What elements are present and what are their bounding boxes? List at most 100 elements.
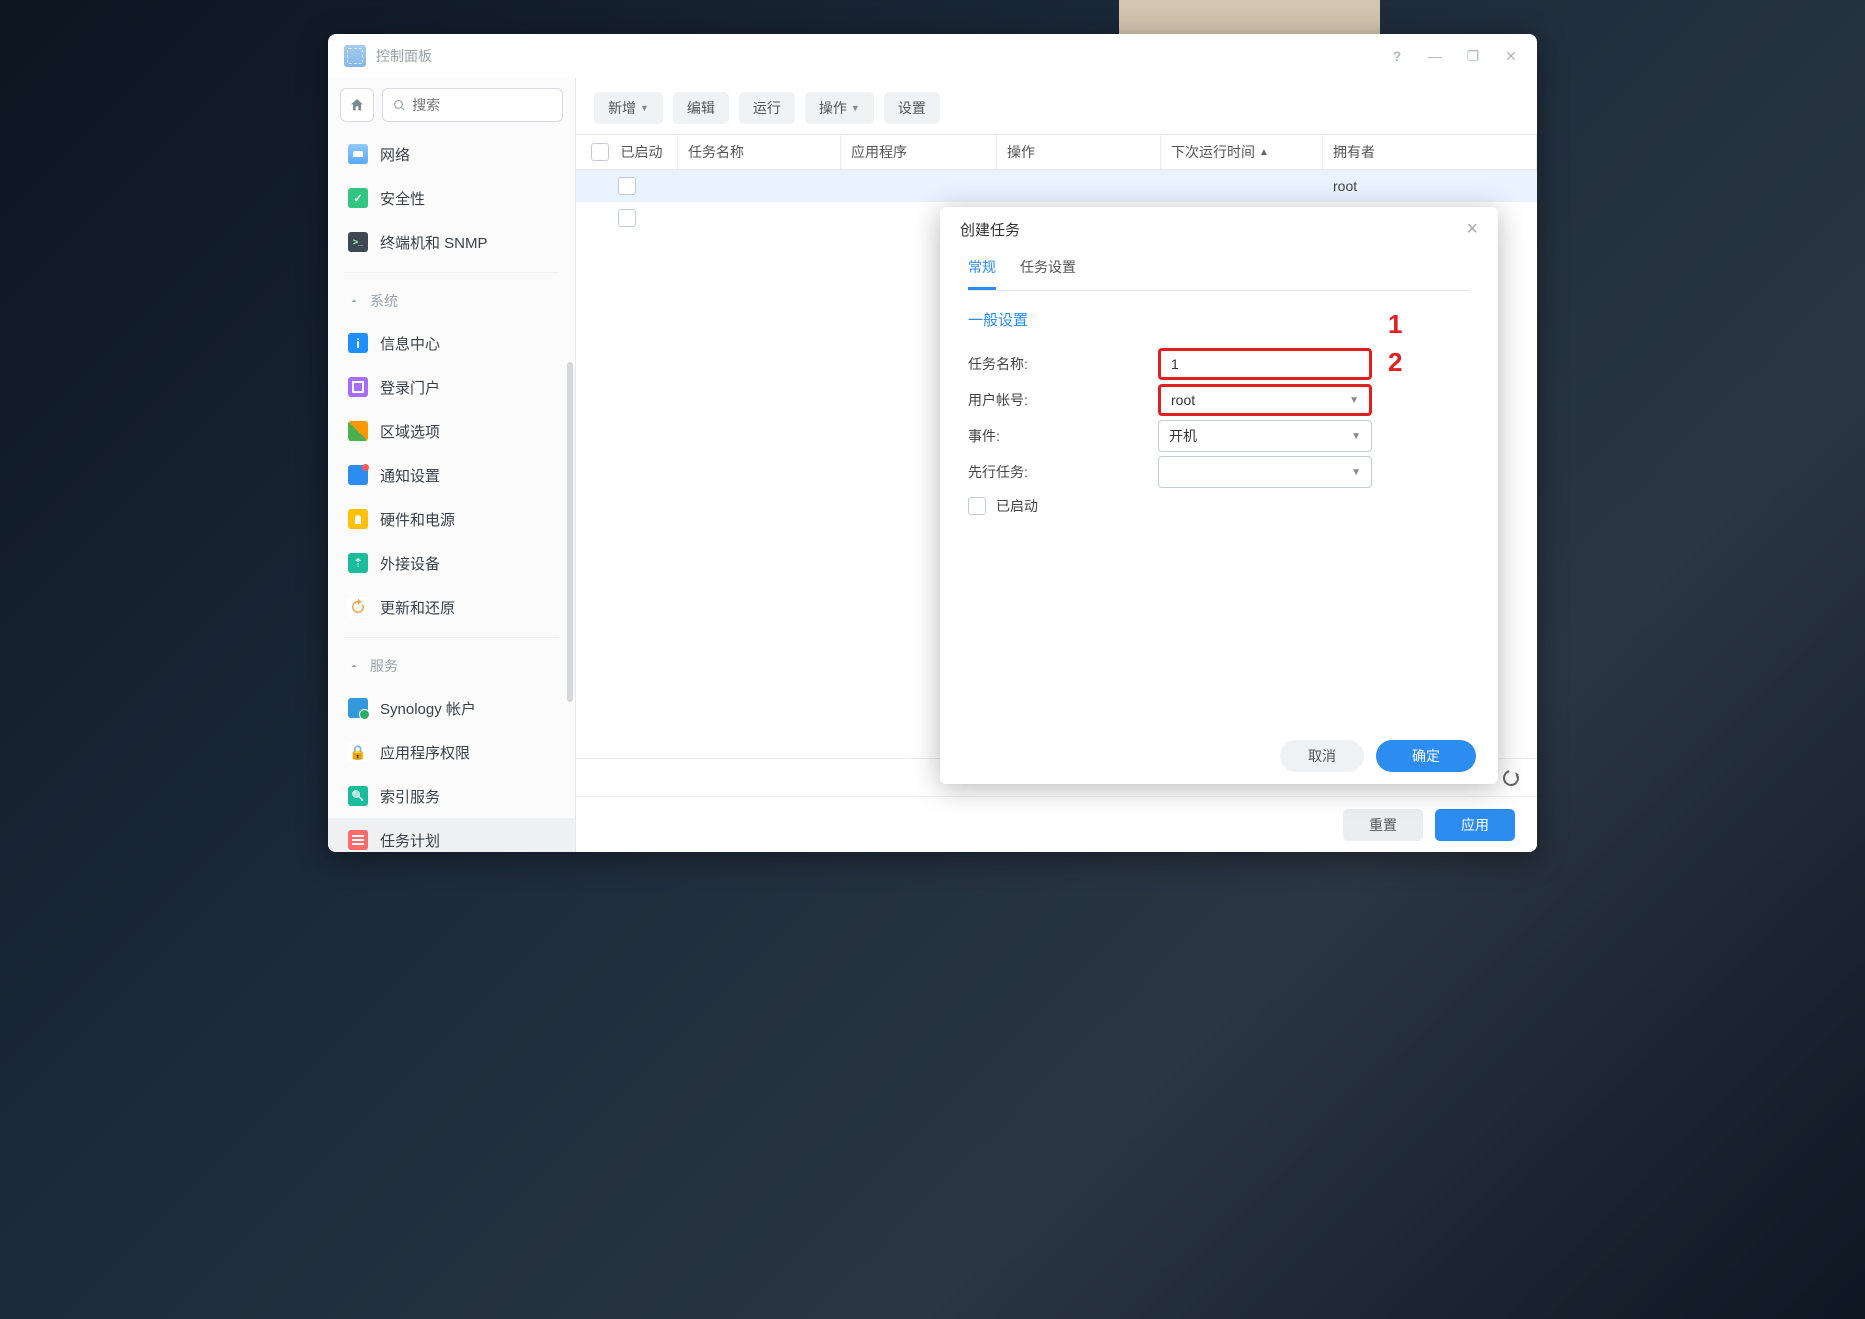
sidebar-item-label: 区域选项 [380,421,440,442]
header-checkbox[interactable] [591,143,609,161]
label-task-name: 任务名称: [968,354,1158,374]
sidebar-item-label: 终端机和 SNMP [380,232,488,253]
caret-down-icon: ▼ [1351,431,1361,442]
sidebar-group-services[interactable]: 服务 [328,646,575,686]
close-button[interactable]: ✕ [1501,48,1521,65]
sidebar-item-label: 外接设备 [380,553,440,574]
search-icon [393,98,406,113]
col-owner[interactable]: 拥有者 [1323,135,1537,169]
titlebar: 控制面板 ? — ❐ ✕ [328,34,1537,78]
sidebar-item-label: 索引服务 [380,786,440,807]
enabled-checkbox[interactable] [968,497,986,515]
help-icon[interactable]: ? [1387,48,1407,64]
create-task-dialog: 创建任务 × 常规 任务设置 一般设置 任务名称: [940,207,1498,784]
sidebar-item-label: 信息中心 [380,333,440,354]
table-row[interactable]: root [576,170,1537,202]
run-button[interactable]: 运行 [739,92,795,124]
col-op[interactable]: 操作 [997,135,1161,169]
sidebar-item-label: 应用程序权限 [380,742,470,763]
pretask-select[interactable]: ▼ [1158,456,1372,488]
sidebar-group-system[interactable]: 系统 [328,281,575,321]
label-enabled: 已启动 [996,496,1038,516]
sidebar-item-info[interactable]: 信息中心 [328,321,575,365]
sidebar-item-label: Synology 帐户 [380,698,476,719]
home-icon [349,97,365,113]
terminal-icon [348,232,368,252]
calendar-icon [348,830,368,850]
minimize-button[interactable]: — [1425,48,1445,64]
col-app[interactable]: 应用程序 [841,135,997,169]
label-event: 事件: [968,426,1158,446]
col-next[interactable]: 下次运行时间▲ [1161,135,1323,169]
col-name[interactable]: 任务名称 [678,135,841,169]
maximize-button[interactable]: ❐ [1463,48,1483,65]
sidebar-item-index[interactable]: 索引服务 [328,774,575,818]
main-panel: 新增▼ 编辑 运行 操作▼ 设置 已启动 任务名称 应用程序 操作 下次运行时间… [576,78,1537,852]
index-icon [348,786,368,806]
sidebar-item-terminal[interactable]: 终端机和 SNMP [328,220,575,264]
sidebar-item-security[interactable]: 安全性 [328,176,575,220]
window-title: 控制面板 [376,46,432,66]
row-checkbox[interactable] [618,209,636,227]
label-user: 用户帐号: [968,390,1158,410]
label-pretask: 先行任务: [968,462,1158,482]
tab-task-settings[interactable]: 任务设置 [1020,251,1076,290]
user-select[interactable]: root ▼ [1158,384,1372,416]
chevron-up-icon [348,295,360,307]
notification-icon [348,465,368,485]
sidebar-scrollbar[interactable] [567,362,573,702]
sidebar-item-login[interactable]: 登录门户 [328,365,575,409]
sidebar-item-label: 更新和还原 [380,597,455,618]
dialog-title: 创建任务 [960,219,1020,240]
reload-icon[interactable] [1500,767,1522,789]
control-panel-window: 控制面板 ? — ❐ ✕ 网络 [328,34,1537,852]
edit-button[interactable]: 编辑 [673,92,729,124]
lock-icon [348,742,368,762]
sidebar-item-label: 任务计划 [380,830,440,851]
row-checkbox[interactable] [618,177,636,195]
footer: 重置 应用 [576,796,1537,852]
sidebar-item-task-scheduler[interactable]: 任务计划 [328,818,575,852]
app-icon [344,45,366,67]
caret-down-icon: ▼ [1349,395,1359,406]
region-icon [348,421,368,441]
annotation-1: 1 [1388,309,1402,340]
caret-down-icon: ▼ [851,103,860,113]
event-select[interactable]: 开机 ▼ [1158,420,1372,452]
sidebar-item-permission[interactable]: 应用程序权限 [328,730,575,774]
home-button[interactable] [340,88,374,122]
caret-down-icon: ▼ [1351,467,1361,478]
add-button[interactable]: 新增▼ [594,92,663,124]
sidebar-item-region[interactable]: 区域选项 [328,409,575,453]
sidebar-item-network[interactable]: 网络 [328,132,575,176]
sidebar-item-external[interactable]: 外接设备 [328,541,575,585]
action-button[interactable]: 操作▼ [805,92,874,124]
col-enabled[interactable]: 已启动 [576,135,678,169]
sidebar-item-label: 网络 [380,144,410,165]
sidebar-item-notification[interactable]: 通知设置 [328,453,575,497]
sidebar-item-update[interactable]: 更新和还原 [328,585,575,629]
tab-general[interactable]: 常规 [968,251,996,290]
sidebar: 网络 安全性 终端机和 SNMP 系统 信息中心 [328,78,576,852]
sidebar-item-hardware[interactable]: 硬件和电源 [328,497,575,541]
sidebar-item-label: 通知设置 [380,465,440,486]
search-box[interactable] [382,88,563,122]
sort-asc-icon: ▲ [1259,147,1269,158]
external-icon [348,553,368,573]
cancel-button[interactable]: 取消 [1280,740,1364,772]
chevron-up-icon [348,660,360,672]
settings-button[interactable]: 设置 [884,92,940,124]
task-name-input[interactable] [1158,348,1372,380]
ok-button[interactable]: 确定 [1376,740,1476,772]
update-icon [348,597,368,617]
login-icon [348,377,368,397]
search-input[interactable] [412,97,552,113]
apply-button[interactable]: 应用 [1435,809,1515,841]
dialog-close-button[interactable]: × [1466,219,1478,239]
sidebar-item-synology[interactable]: Synology 帐户 [328,686,575,730]
sidebar-item-label: 硬件和电源 [380,509,455,530]
reset-button[interactable]: 重置 [1343,809,1423,841]
cell-owner: root [1323,170,1537,202]
toolbar: 新增▼ 编辑 运行 操作▼ 设置 [576,78,1537,134]
sidebar-list: 网络 安全性 终端机和 SNMP 系统 信息中心 [328,132,575,852]
